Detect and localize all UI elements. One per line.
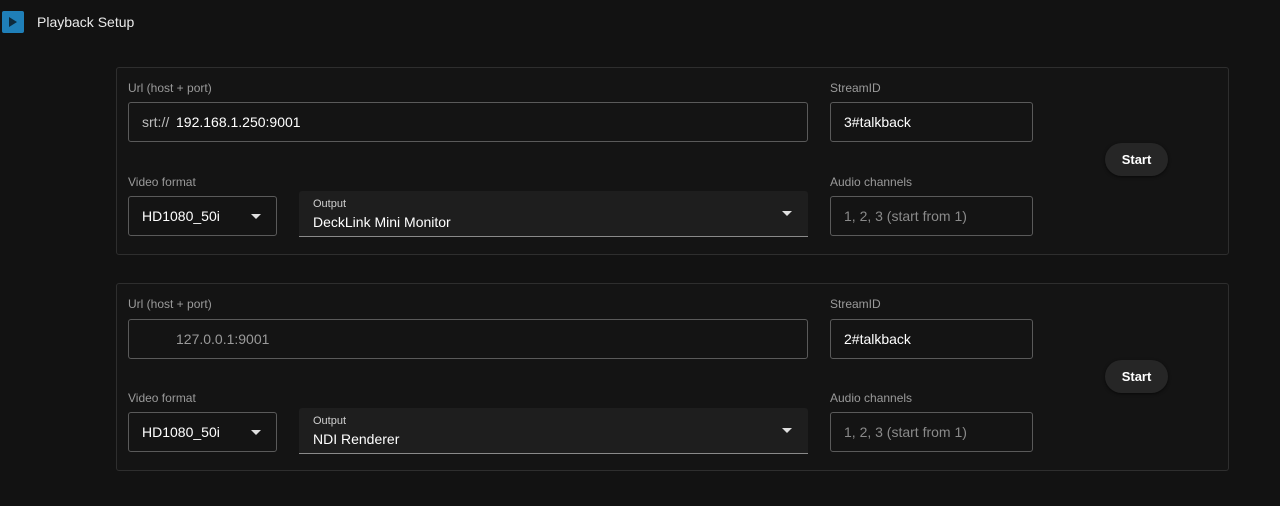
streamid-value: 3#talkback	[844, 114, 911, 130]
video-format-select[interactable]: HD1080_50i	[128, 196, 277, 236]
page-title: Playback Setup	[37, 14, 135, 30]
playback-card-1: Url (host + port) srt:// 192.168.1.250:9…	[116, 67, 1229, 255]
header: Playback Setup	[0, 0, 1280, 44]
video-format-value: HD1080_50i	[142, 424, 220, 440]
url-value: 127.0.0.1:9001	[176, 331, 270, 347]
audio-channels-input[interactable]: 1, 2, 3 (start from 1)	[830, 196, 1033, 236]
video-format-label: Video format	[128, 391, 196, 405]
play-icon[interactable]	[2, 11, 24, 33]
url-input[interactable]: 127.0.0.1:9001	[128, 319, 808, 359]
output-value: NDI Renderer	[313, 431, 400, 447]
chevron-down-icon	[782, 211, 792, 216]
streamid-input[interactable]: 3#talkback	[830, 102, 1033, 142]
url-label: Url (host + port)	[128, 81, 212, 95]
start-button[interactable]: Start	[1105, 360, 1168, 393]
audio-channels-label: Audio channels	[830, 175, 913, 189]
audio-channels-label: Audio channels	[830, 391, 913, 405]
output-value: DeckLink Mini Monitor	[313, 214, 451, 230]
audio-channels-input[interactable]: 1, 2, 3 (start from 1)	[830, 412, 1033, 452]
streamid-value: 2#talkback	[844, 331, 911, 347]
video-format-label: Video format	[128, 175, 196, 189]
output-select[interactable]: Output DeckLink Mini Monitor	[299, 191, 808, 237]
audio-channels-placeholder: 1, 2, 3 (start from 1)	[844, 424, 967, 440]
streamid-label: StreamID	[830, 81, 881, 95]
video-format-select[interactable]: HD1080_50i	[128, 412, 277, 452]
url-prefix: srt://	[142, 114, 170, 130]
url-label: Url (host + port)	[128, 297, 212, 311]
chevron-down-icon	[782, 428, 792, 433]
streamid-label: StreamID	[830, 297, 881, 311]
video-format-value: HD1080_50i	[142, 208, 220, 224]
start-button[interactable]: Start	[1105, 143, 1168, 176]
output-select[interactable]: Output NDI Renderer	[299, 408, 808, 454]
url-input[interactable]: srt:// 192.168.1.250:9001	[128, 102, 808, 142]
url-value: 192.168.1.250:9001	[176, 114, 301, 130]
chevron-down-icon	[251, 214, 261, 219]
chevron-down-icon	[251, 430, 261, 435]
streamid-input[interactable]: 2#talkback	[830, 319, 1033, 359]
audio-channels-placeholder: 1, 2, 3 (start from 1)	[844, 208, 967, 224]
output-label: Output	[313, 198, 347, 210]
output-label: Output	[313, 415, 347, 427]
playback-card-2: Url (host + port) 127.0.0.1:9001 StreamI…	[116, 283, 1229, 471]
